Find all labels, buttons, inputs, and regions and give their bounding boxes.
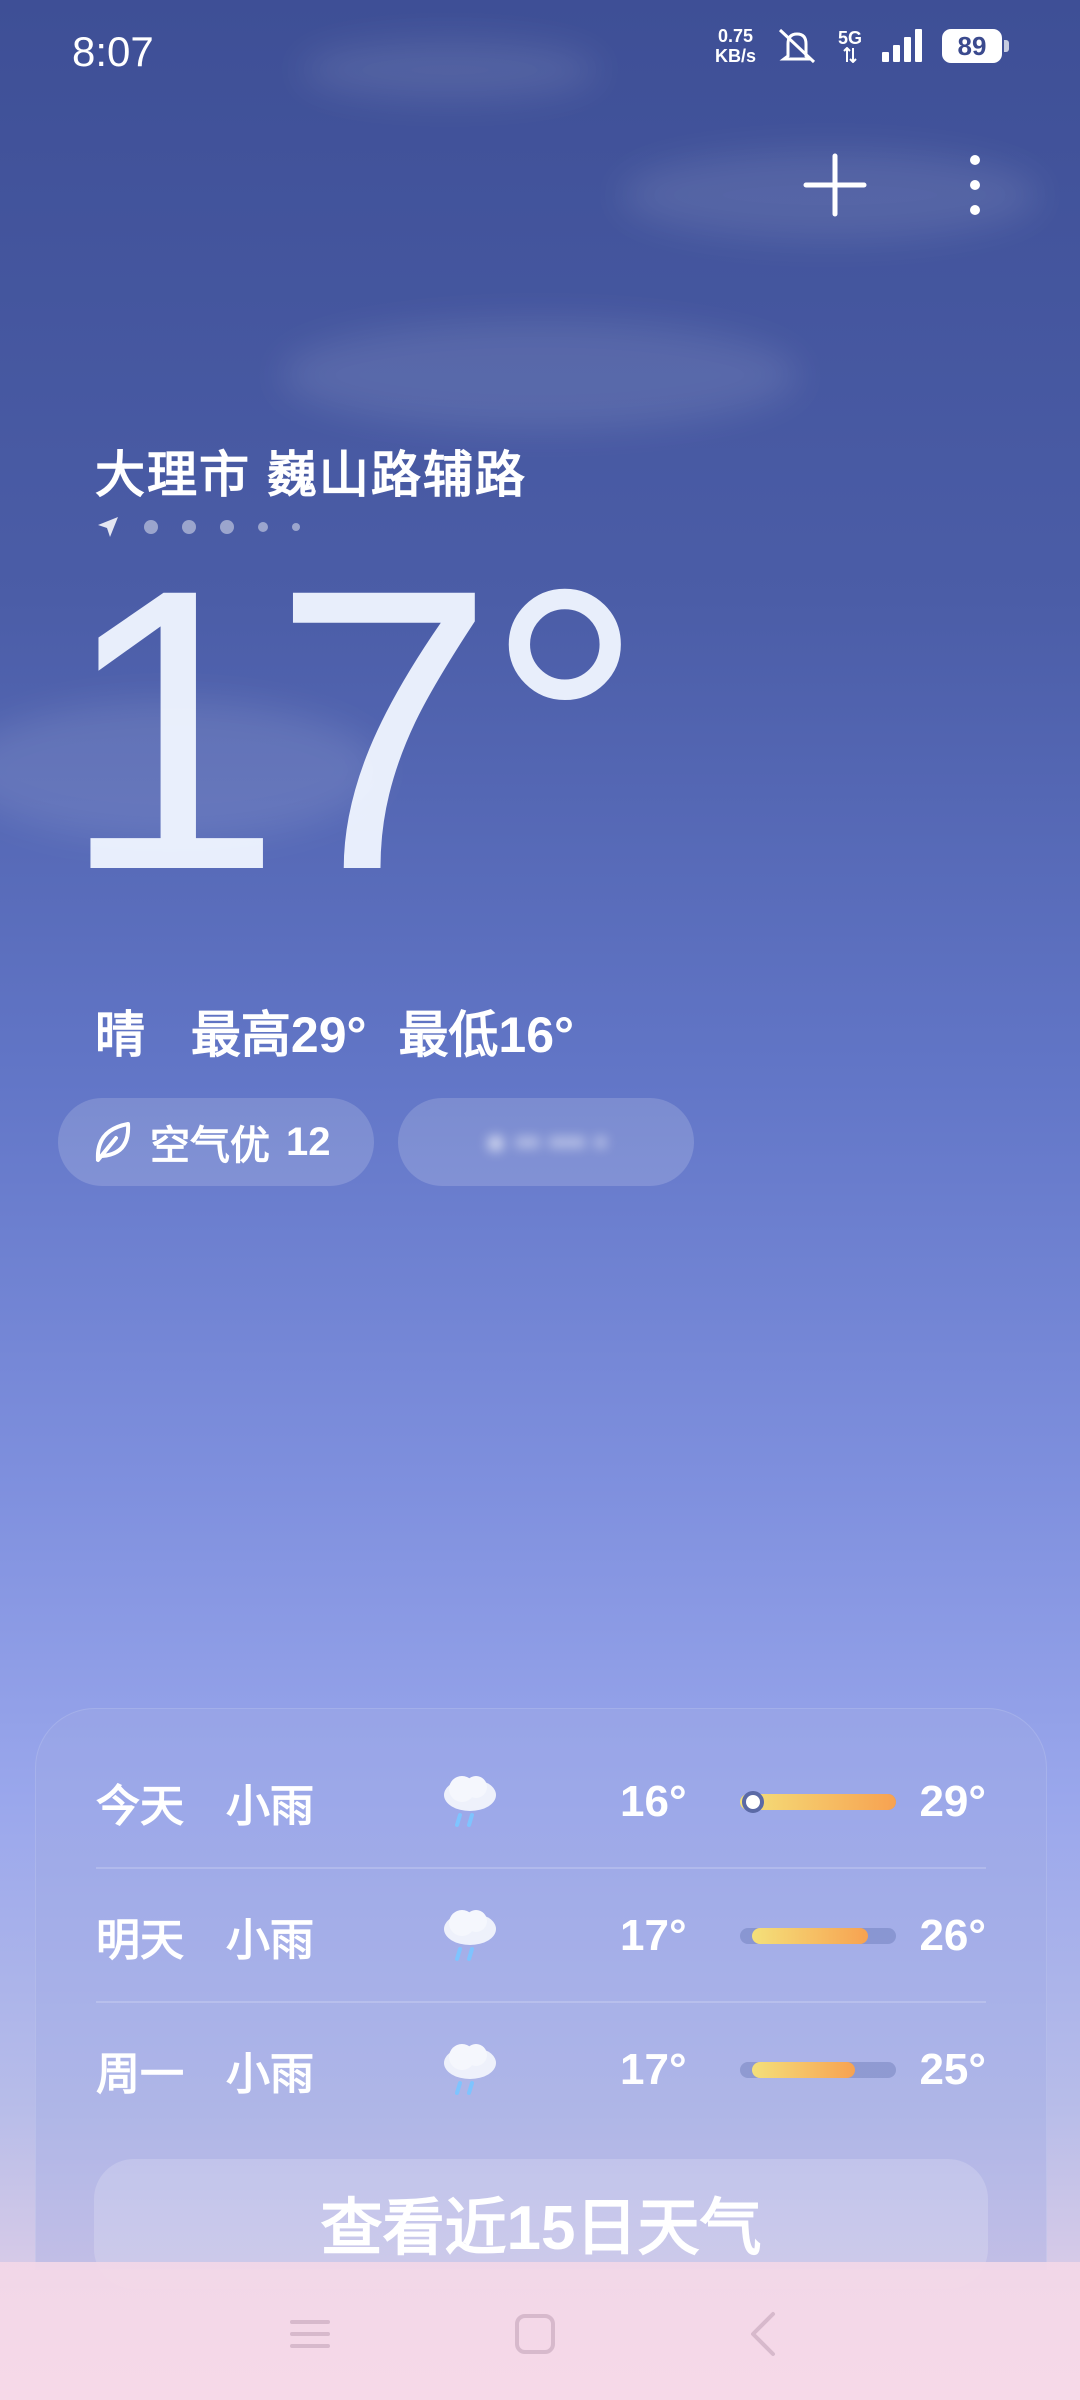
temperature-range-bar [740, 1790, 896, 1813]
air-quality-value: 12 [286, 1119, 331, 1164]
navigation-bar [0, 2262, 1080, 2400]
data-arrows-icon [843, 47, 857, 63]
home-nav-icon[interactable] [505, 2304, 565, 2364]
forecast-low: 17° [620, 2044, 687, 2094]
forecast-card: 今天 小雨 16° 29° 明天 小雨 17° 26° 周一 小雨 17° 25… [35, 1708, 1047, 2289]
forecast-row[interactable]: 今天 小雨 16° 29° [96, 1735, 986, 1868]
temperature-range-bar [740, 1927, 896, 1944]
forecast-low: 16° [620, 1776, 687, 1826]
forecast-condition: 小雨 [226, 1781, 314, 1831]
light-rain-icon [444, 1775, 496, 1827]
light-rain-icon [444, 1909, 496, 1961]
mute-icon [778, 28, 816, 64]
forecast-day: 今天 [96, 1781, 184, 1831]
forecast-low: 17° [620, 1910, 687, 1960]
status-time: 8:07 [72, 28, 154, 75]
cloud-decoration [280, 320, 800, 430]
forecast-high: 26° [919, 1910, 986, 1960]
back-nav-icon[interactable] [735, 2304, 795, 2364]
forecast-condition: 小雨 [226, 1915, 314, 1965]
forecast-high: 25° [919, 2044, 986, 2094]
weather-summary: 晴 最高29° 最低16° [95, 995, 606, 1067]
air-quality-label: 空气优 [150, 1124, 270, 1168]
network-type-label: 5G [837, 28, 862, 48]
status-bar: 8:07 0.75 KB/s 5G 89 [0, 0, 1080, 100]
location-title[interactable]: 大理市 巍山路辅路 [95, 435, 527, 507]
temperature-range-fill [752, 1927, 868, 1944]
network-speed-unit: KB/s [714, 46, 756, 66]
network-speed: 0.75 KB/s [715, 26, 756, 66]
status-icons: 0.75 KB/s 5G 89 [715, 26, 1009, 66]
air-quality-pill[interactable]: 空气优 12 [58, 1098, 374, 1186]
blurred-info: ● ▪▪ ▪▪▪ ▪ [485, 1122, 607, 1161]
leaf-icon [95, 1122, 131, 1162]
current-condition: 晴 [95, 1007, 145, 1063]
forecast-high: 29° [919, 1776, 986, 1826]
battery-icon: 89 [942, 29, 1009, 63]
today-low: 最低16° [398, 1007, 575, 1063]
forecast-condition: 小雨 [226, 2049, 314, 2099]
today-high: 最高29° [190, 1007, 367, 1063]
network-speed-value: 0.75 [717, 26, 753, 46]
network-type: 5G [838, 29, 862, 63]
battery-level: 89 [957, 30, 987, 61]
forecast-row[interactable]: 周一 小雨 17° 25° [96, 2003, 986, 2136]
temperature-range-fill [752, 2061, 856, 2078]
light-rain-icon [444, 2043, 496, 2095]
weather-info-pill[interactable]: ● ▪▪ ▪▪▪ ▪ [398, 1098, 694, 1186]
current-temperature: 17° [60, 506, 645, 953]
forecast-row[interactable]: 明天 小雨 17° 26° [96, 1869, 986, 2002]
forecast-day: 周一 [96, 2049, 184, 2099]
menu-nav-icon[interactable] [280, 2304, 340, 2364]
add-city-button[interactable] [800, 150, 870, 220]
temperature-range-bar [740, 2061, 896, 2078]
current-temp-marker [742, 1790, 764, 1813]
more-options-button[interactable] [945, 150, 1005, 220]
forecast-day: 明天 [96, 1915, 184, 1965]
signal-icon [882, 29, 922, 62]
